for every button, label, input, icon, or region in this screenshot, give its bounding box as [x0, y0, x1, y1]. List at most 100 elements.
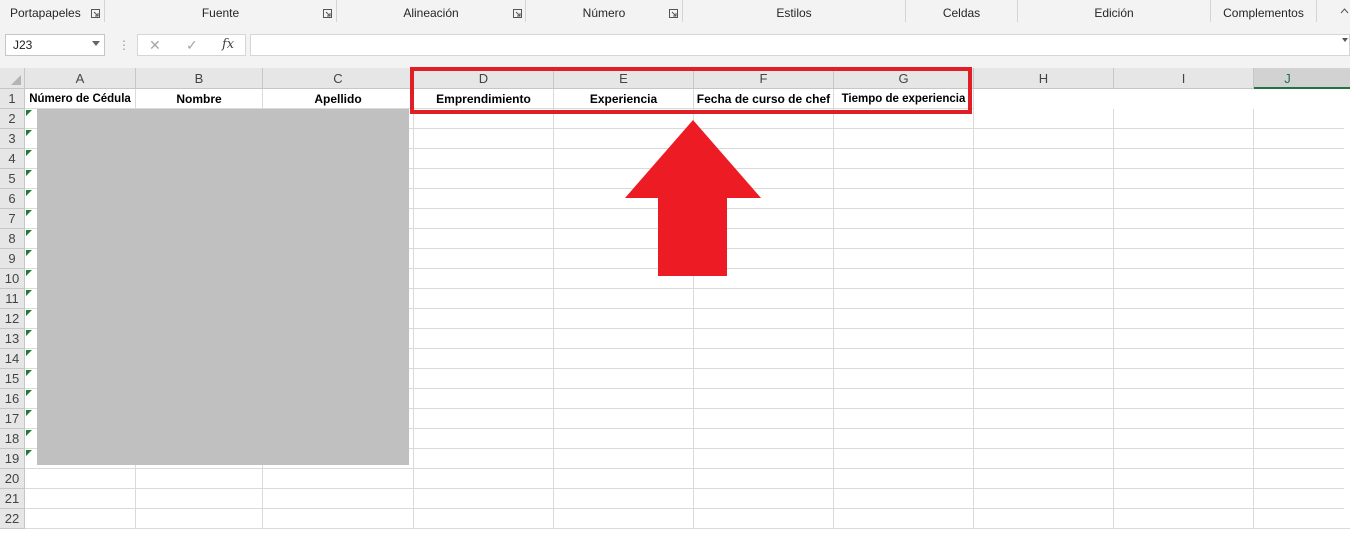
cell[interactable]	[1254, 249, 1350, 269]
cell[interactable]	[1254, 429, 1350, 449]
cell[interactable]	[414, 209, 554, 229]
cell[interactable]	[1114, 429, 1254, 449]
cell[interactable]	[974, 309, 1114, 329]
cell[interactable]	[974, 149, 1114, 169]
cell[interactable]	[1254, 409, 1350, 429]
cell[interactable]	[1114, 249, 1254, 269]
cell[interactable]	[694, 509, 834, 529]
cell[interactable]	[263, 509, 414, 529]
cell[interactable]	[834, 189, 974, 209]
cell[interactable]	[414, 129, 554, 149]
cell[interactable]	[1254, 369, 1350, 389]
row-header-7[interactable]: 7	[0, 209, 25, 229]
cell[interactable]	[554, 489, 694, 509]
row-header-10[interactable]: 10	[0, 269, 25, 289]
column-header-h[interactable]: H	[974, 68, 1114, 89]
cell[interactable]	[694, 449, 834, 469]
cell[interactable]	[1254, 309, 1350, 329]
cell[interactable]	[834, 389, 974, 409]
cell[interactable]	[1114, 149, 1254, 169]
cell[interactable]	[136, 509, 263, 529]
cell[interactable]	[834, 249, 974, 269]
more-options-icon[interactable]: ⋮	[118, 38, 130, 52]
cell[interactable]	[1254, 509, 1350, 529]
cell[interactable]	[263, 489, 414, 509]
cell[interactable]	[554, 369, 694, 389]
cell[interactable]	[974, 229, 1114, 249]
cell[interactable]	[414, 509, 554, 529]
cell[interactable]	[834, 329, 974, 349]
cell[interactable]	[554, 469, 694, 489]
cell[interactable]	[694, 469, 834, 489]
row-header-12[interactable]: 12	[0, 309, 25, 329]
cell[interactable]	[414, 449, 554, 469]
cell[interactable]	[694, 409, 834, 429]
cell[interactable]	[1254, 389, 1350, 409]
cell[interactable]	[974, 489, 1114, 509]
dialog-launcher-icon[interactable]	[323, 9, 332, 18]
column-header-c[interactable]: C	[263, 68, 414, 89]
cell[interactable]	[1254, 229, 1350, 249]
cell[interactable]	[834, 209, 974, 229]
cell[interactable]	[25, 489, 136, 509]
cell[interactable]	[414, 329, 554, 349]
cell[interactable]	[974, 509, 1114, 529]
cell[interactable]	[974, 349, 1114, 369]
row-header-2[interactable]: 2	[0, 109, 25, 129]
cell[interactable]	[1114, 469, 1254, 489]
row-header-20[interactable]: 20	[0, 469, 25, 489]
column-header-a[interactable]: A	[25, 68, 136, 89]
cell[interactable]	[974, 389, 1114, 409]
cell[interactable]	[554, 449, 694, 469]
cell[interactable]	[1254, 109, 1350, 129]
cell[interactable]	[554, 289, 694, 309]
cell[interactable]	[1254, 469, 1350, 489]
column-header-j[interactable]: J	[1254, 68, 1350, 89]
cell[interactable]	[694, 429, 834, 449]
cell[interactable]	[834, 169, 974, 189]
cell[interactable]	[1114, 349, 1254, 369]
row-header-14[interactable]: 14	[0, 349, 25, 369]
cell[interactable]	[414, 189, 554, 209]
cell[interactable]	[834, 469, 974, 489]
cell[interactable]	[834, 489, 974, 509]
row-header-3[interactable]: 3	[0, 129, 25, 149]
enter-icon[interactable]: ✓	[186, 35, 198, 55]
row-header-1[interactable]: 1	[0, 89, 25, 109]
dialog-launcher-icon[interactable]	[513, 9, 522, 18]
cell[interactable]	[1114, 129, 1254, 149]
cell[interactable]	[1114, 489, 1254, 509]
cell[interactable]	[554, 509, 694, 529]
cell[interactable]	[1254, 189, 1350, 209]
cell[interactable]	[1254, 329, 1350, 349]
cell[interactable]	[1114, 409, 1254, 429]
cell[interactable]	[1114, 509, 1254, 529]
cell[interactable]	[414, 249, 554, 269]
cell[interactable]	[414, 389, 554, 409]
cell[interactable]	[834, 429, 974, 449]
cell[interactable]	[694, 309, 834, 329]
cell[interactable]	[1254, 449, 1350, 469]
cell[interactable]	[974, 169, 1114, 189]
cell[interactable]	[1114, 289, 1254, 309]
row-header-11[interactable]: 11	[0, 289, 25, 309]
select-all-button[interactable]	[0, 68, 25, 89]
cell[interactable]	[834, 509, 974, 529]
cell[interactable]	[834, 409, 974, 429]
cell[interactable]	[414, 349, 554, 369]
cell[interactable]	[834, 289, 974, 309]
cell[interactable]	[414, 169, 554, 189]
cell[interactable]	[1254, 269, 1350, 289]
expand-formula-bar-icon[interactable]	[1342, 38, 1348, 42]
cell[interactable]	[694, 489, 834, 509]
row-header-15[interactable]: 15	[0, 369, 25, 389]
cell[interactable]	[694, 329, 834, 349]
cell-b1[interactable]: Nombre	[136, 89, 263, 109]
cell[interactable]	[974, 269, 1114, 289]
cell[interactable]	[1254, 349, 1350, 369]
row-header-8[interactable]: 8	[0, 229, 25, 249]
cell[interactable]	[694, 369, 834, 389]
cell[interactable]	[974, 369, 1114, 389]
cell[interactable]	[834, 369, 974, 389]
cell-a1[interactable]: Número de Cédula	[25, 89, 136, 109]
